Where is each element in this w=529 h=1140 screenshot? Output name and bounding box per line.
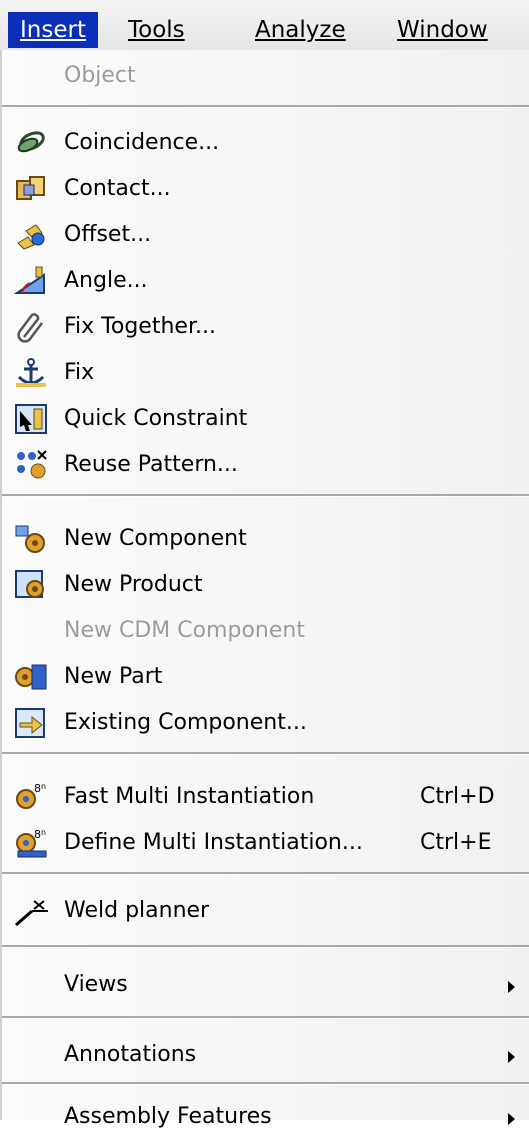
menu-window[interactable]: Window [385, 10, 500, 50]
menu-item-assembly-features[interactable]: Assembly Features [2, 1094, 529, 1140]
anchor-icon [14, 357, 48, 389]
menu-item-new-part[interactable]: New Part [2, 654, 529, 700]
submenu-arrow-icon [508, 1113, 515, 1125]
menu-item-label: Fix Together... [64, 314, 216, 339]
menu-item-label: Coincidence... [64, 130, 220, 155]
menu-item-label: Views [64, 972, 128, 997]
menu-item-annotations[interactable]: Annotations [2, 1032, 529, 1078]
menu-item-label: Fast Multi Instantiation [64, 784, 315, 809]
menu-separator [2, 494, 529, 497]
reuse-pattern-icon [14, 449, 48, 481]
menu-item-contact[interactable]: Contact... [2, 166, 529, 212]
shortcut-label: Ctrl+D [420, 784, 495, 809]
menu-item-label: New Component [64, 526, 247, 551]
menu-item-quick-constraint[interactable]: Quick Constraint [2, 396, 529, 442]
menu-item-label: Reuse Pattern... [64, 452, 238, 477]
menu-item-object: Object [2, 53, 529, 99]
multi-instantiation-icon: 8n [14, 781, 48, 813]
menu-item-define-multi-instantiation[interactable]: 8n Define Multi Instantiation... Ctrl+E [2, 820, 529, 866]
menu-item-angle[interactable]: Angle... [2, 258, 529, 304]
new-part-icon [14, 661, 48, 693]
weld-planner-icon [14, 895, 48, 927]
menu-item-label: Quick Constraint [64, 406, 248, 431]
menu-separator [2, 752, 529, 755]
svg-text:n: n [41, 828, 46, 837]
define-multi-instantiation-icon: 8n [14, 827, 48, 859]
svg-text:8: 8 [34, 828, 41, 841]
menu-item-views[interactable]: Views [2, 962, 529, 1008]
menu-separator [2, 1016, 529, 1019]
insert-dropdown-menu: Object Coincidence... Contact... Offset.… [0, 50, 529, 1129]
menu-item-label: Define Multi Instantiation... [64, 830, 363, 855]
menu-separator [2, 872, 529, 875]
coincidence-icon [14, 127, 48, 159]
menu-item-fix-together[interactable]: Fix Together... [2, 304, 529, 350]
menu-item-new-component[interactable]: New Component [2, 516, 529, 562]
menu-item-new-cdm-component: New CDM Component [2, 608, 529, 654]
menu-item-label: Offset... [64, 222, 152, 247]
menu-item-coincidence[interactable]: Coincidence... [2, 120, 529, 166]
menu-analyze[interactable]: Analyze [243, 10, 358, 50]
menu-item-fix[interactable]: Fix [2, 350, 529, 396]
menu-separator [2, 105, 529, 108]
angle-icon [13, 265, 48, 297]
menu-item-label: Assembly Features [64, 1104, 272, 1129]
offset-icon [14, 219, 48, 251]
menu-item-weld-planner[interactable]: Weld planner [2, 888, 529, 934]
menu-item-label: Fix [64, 360, 95, 385]
menu-item-reuse-pattern[interactable]: Reuse Pattern... [2, 442, 529, 488]
menu-item-label: Object [64, 63, 136, 88]
menu-item-new-product[interactable]: New Product [2, 562, 529, 608]
menu-item-label: Annotations [64, 1042, 197, 1067]
menu-separator [2, 945, 529, 948]
menu-tools[interactable]: Tools [116, 10, 197, 50]
submenu-arrow-icon [508, 1051, 515, 1063]
menu-item-label: Angle... [64, 268, 148, 293]
paperclip-icon [14, 311, 48, 343]
menu-item-label: New Product [64, 572, 203, 597]
menu-separator [2, 1082, 529, 1085]
existing-component-icon [14, 707, 48, 739]
new-component-icon [14, 523, 48, 555]
menu-item-existing-component[interactable]: Existing Component... [2, 700, 529, 746]
menu-item-fast-multi-instantiation[interactable]: 8n Fast Multi Instantiation Ctrl+D [2, 774, 529, 820]
quick-constraint-icon [14, 403, 48, 435]
menu-item-label: Contact... [64, 176, 171, 201]
menu-item-label: New Part [64, 664, 163, 689]
svg-text:n: n [41, 782, 46, 791]
new-product-icon [14, 569, 48, 601]
svg-text:8: 8 [34, 782, 41, 795]
submenu-arrow-icon [508, 981, 515, 993]
menu-item-offset[interactable]: Offset... [2, 212, 529, 258]
contact-icon [14, 173, 48, 205]
menu-bar: Insert Tools Analyze Window [0, 0, 529, 50]
shortcut-label: Ctrl+E [420, 830, 492, 855]
menu-insert[interactable]: Insert [8, 12, 98, 48]
menu-item-label: New CDM Component [64, 618, 305, 643]
menu-item-label: Existing Component... [64, 710, 307, 735]
menu-item-label: Weld planner [64, 898, 210, 923]
